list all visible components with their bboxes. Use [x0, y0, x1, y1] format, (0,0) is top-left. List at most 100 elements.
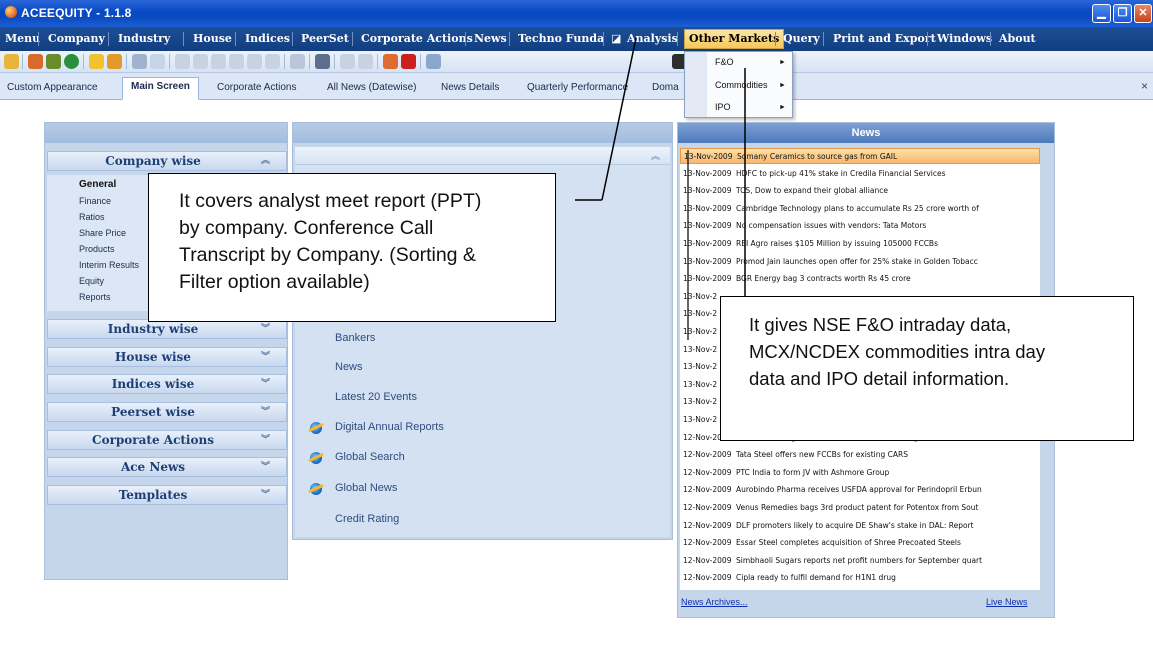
company-item-interim-results[interactable]: Interim Results	[79, 260, 139, 270]
mid-item-bankers[interactable]: Bankers	[335, 332, 375, 344]
menu-item-analysis[interactable]: Analysis	[627, 27, 678, 51]
menu-item-about[interactable]: About	[999, 27, 1036, 51]
transfer-icon[interactable]	[229, 54, 244, 69]
mid-item-latest-20-events[interactable]: Latest 20 Events	[335, 391, 417, 403]
news-row[interactable]: 13-Nov-2009 Cambridge Technology plans to…	[680, 201, 1040, 217]
report-icon[interactable]	[247, 54, 262, 69]
maximize-button[interactable]: ❐	[1113, 4, 1132, 23]
dropdown-item-ipo[interactable]: IPO	[715, 102, 731, 112]
news-row[interactable]: 12-Nov-2009 DLF promoters likely to acqui…	[680, 518, 1040, 534]
news-row[interactable]: 12-Nov-2009 Venus Remedies bags 3rd produ…	[680, 500, 1040, 516]
mid-item-news[interactable]: News	[335, 361, 363, 373]
expand-icon[interactable]: ︾	[261, 486, 270, 504]
refresh-icon[interactable]	[64, 54, 79, 69]
news-archives-link[interactable]: News Archives...	[681, 597, 748, 607]
collapse-icon[interactable]: ︽	[261, 152, 270, 170]
group-ace-news[interactable]: Ace News ︾	[47, 457, 287, 477]
add-favorite-icon[interactable]	[107, 54, 122, 69]
chart-icon[interactable]	[132, 54, 147, 69]
back-icon[interactable]	[28, 54, 43, 69]
menu-item-company[interactable]: Company	[48, 27, 105, 51]
document-icon[interactable]	[211, 54, 226, 69]
group-company-wise[interactable]: Company wise ︽	[47, 151, 287, 171]
news-row[interactable]: 13-Nov-2009 Promod Jain launches open off…	[680, 254, 1040, 270]
menu-item-peerset[interactable]: PeerSet	[301, 27, 349, 51]
mid-item-global-news[interactable]: Global News	[335, 482, 397, 494]
mid-item-digital-annual-reports[interactable]: Digital Annual Reports	[335, 421, 444, 433]
home-icon[interactable]	[4, 54, 19, 69]
news-row[interactable]: 12-Nov-2009 Tata Steel offers new FCCBs f…	[680, 447, 1040, 463]
table-icon[interactable]	[290, 54, 305, 69]
company-item-finance[interactable]: Finance	[79, 196, 111, 206]
compare-icon[interactable]	[175, 54, 190, 69]
company-item-equity[interactable]: Equity	[79, 276, 104, 286]
mid-item-global-search[interactable]: Global Search	[335, 451, 405, 463]
pdf-icon[interactable]	[383, 54, 398, 69]
tab-news-details[interactable]: News Details	[441, 82, 499, 93]
close-tab-icon[interactable]: ×	[1141, 79, 1148, 93]
news-row[interactable]: 12-Nov-2009 Aurobindo Pharma receives USF…	[680, 482, 1040, 498]
copy-icon[interactable]	[193, 54, 208, 69]
news-row[interactable]: 13-Nov-2009 BGR Energy bag 3 contracts wo…	[680, 271, 1040, 287]
close-window-button[interactable]: ✕	[1134, 4, 1152, 23]
group-indices-wise[interactable]: Indices wise ︾	[47, 374, 287, 394]
news-row[interactable]: 12-Nov-2009 Cipla ready to fulfil demand …	[680, 570, 1040, 586]
expand-icon[interactable]: ︾	[261, 458, 270, 476]
tools-icon[interactable]	[358, 54, 373, 69]
menu-item-industry[interactable]: Industry	[118, 27, 170, 51]
group-peerset-wise[interactable]: Peerset wise ︾	[47, 402, 287, 422]
company-item-share-price[interactable]: Share Price	[79, 228, 126, 238]
favorite-star-icon[interactable]	[89, 54, 104, 69]
stop-icon[interactable]	[401, 54, 416, 69]
settings-icon[interactable]	[340, 54, 355, 69]
menu-item-corporate-actions[interactable]: Corporate Actions	[361, 27, 473, 51]
group-corporate-actions[interactable]: Corporate Actions ︾	[47, 430, 287, 450]
dropdown-item-fo[interactable]: F&O	[715, 57, 734, 67]
tab-quarterly-performance[interactable]: Quarterly Performance	[527, 82, 628, 93]
live-news-link[interactable]: Live News	[986, 597, 1028, 607]
expand-icon[interactable]: ︾	[261, 403, 270, 421]
news-row[interactable]: 12-Nov-2009 PTC India to form JV with Ash…	[680, 465, 1040, 481]
company-item-products[interactable]: Products	[79, 244, 115, 254]
expand-icon[interactable]: ︾	[261, 348, 270, 366]
window-icon[interactable]	[426, 54, 441, 69]
news-row[interactable]: 12-Nov-2009 Essar Steel completes acquisi…	[680, 535, 1040, 551]
menu-item-windows[interactable]: Windows	[937, 27, 992, 51]
group-house-wise[interactable]: House wise ︾	[47, 347, 287, 367]
company-item-general[interactable]: General	[79, 179, 116, 190]
tab-custom-appearance[interactable]: Custom Appearance	[7, 82, 98, 93]
mid-item-credit-rating[interactable]: Credit Rating	[335, 513, 399, 525]
tab-corporate-actions[interactable]: Corporate Actions	[217, 82, 297, 93]
expand-icon[interactable]: ︾	[261, 320, 270, 338]
menu-item-indices[interactable]: Indices	[245, 27, 290, 51]
tab-main-screen[interactable]: Main Screen	[122, 77, 199, 100]
pencil-icon[interactable]	[46, 54, 61, 69]
expand-icon[interactable]: ︾	[261, 431, 270, 449]
news-row[interactable]: 13-Nov-2009 Somany Ceramics to source gas…	[680, 148, 1040, 164]
expand-icon[interactable]: ︾	[261, 375, 270, 393]
news-row[interactable]: 13-Nov-2009 REI Agro raises $105 Million …	[680, 236, 1040, 252]
tab-domain[interactable]: Doma	[652, 82, 679, 93]
news-row[interactable]: 13-Nov-2009 TCS, Dow to expand their glob…	[680, 183, 1040, 199]
grid-icon[interactable]	[265, 54, 280, 69]
menu-item-menu[interactable]: Menu	[5, 27, 40, 51]
menu-item-query[interactable]: Query	[783, 27, 820, 51]
menu-item-print-export[interactable]: Print and Export	[833, 27, 936, 51]
news-row[interactable]: 13-Nov-2009 No compensation issues with v…	[680, 218, 1040, 234]
group-industry-wise[interactable]: Industry wise ︾	[47, 319, 287, 339]
menu-item-techno-funda[interactable]: Techno Funda	[518, 27, 604, 51]
news-row[interactable]: 13-Nov-2009 HDFC to pick-up 41% stake in …	[680, 166, 1040, 182]
group-templates[interactable]: Templates ︾	[47, 485, 287, 505]
tab-all-news-datewise[interactable]: All News (Datewise)	[327, 82, 416, 93]
print-icon[interactable]	[315, 54, 330, 69]
minimize-button[interactable]: ▁	[1092, 4, 1111, 23]
company-item-ratios[interactable]: Ratios	[79, 212, 105, 222]
menu-item-other-markets[interactable]: Other Markets	[684, 29, 785, 49]
menu-item-news[interactable]: News	[474, 27, 507, 51]
collapse-icon[interactable]: ︽	[651, 149, 660, 162]
filter-icon[interactable]	[150, 54, 165, 69]
news-row[interactable]: 12-Nov-2009 Simbhaoli Sugars reports net …	[680, 553, 1040, 569]
menu-item-house[interactable]: House	[193, 27, 232, 51]
dropdown-item-commodities[interactable]: Commodities	[715, 80, 768, 90]
company-item-reports[interactable]: Reports	[79, 292, 111, 302]
